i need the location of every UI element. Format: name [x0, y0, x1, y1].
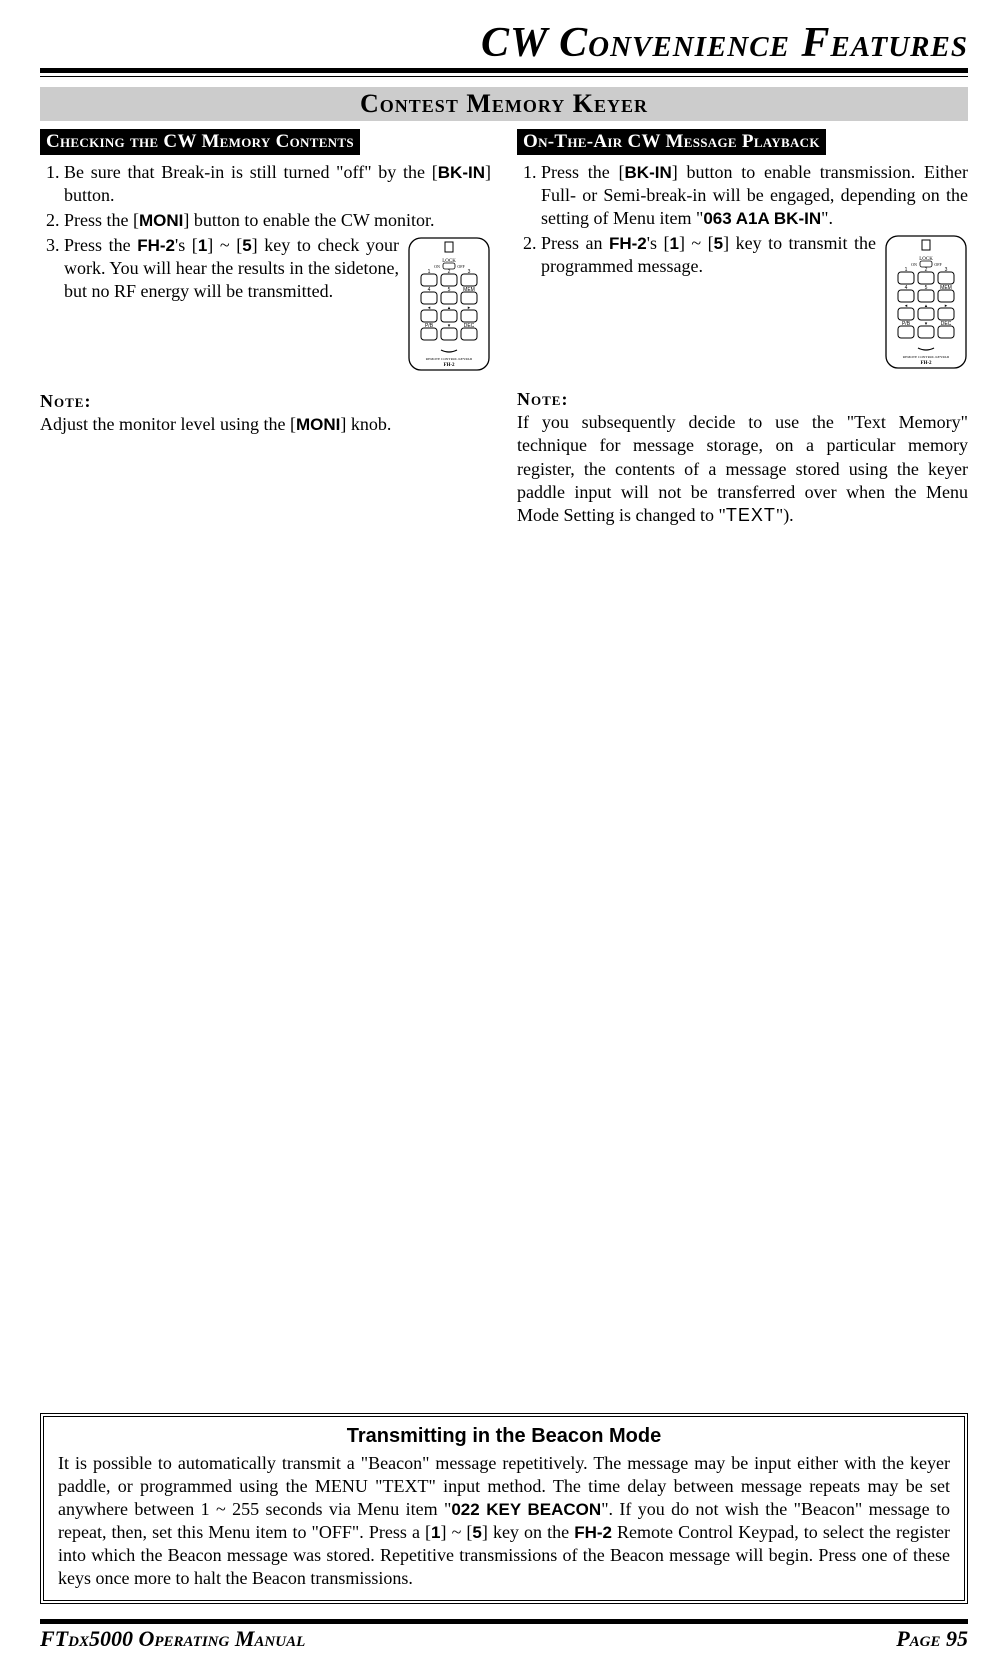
- footer-rule: [40, 1619, 968, 1624]
- svg-text:P/B: P/B: [425, 323, 434, 329]
- right-column: On-The-Air CW Message Playback Press the…: [517, 129, 968, 527]
- svg-text:FH-2: FH-2: [443, 363, 455, 368]
- footer: FTdx5000 Operating Manual Page 95: [40, 1619, 968, 1652]
- keypad-icon: LOCK ON OFF 1 2 3 4: [407, 236, 491, 372]
- bold: 1: [198, 236, 207, 255]
- svg-text:ON: ON: [911, 262, 917, 267]
- keypad-icon: LOCK ON OFF 1 2 3 4 5 MEM ◂: [884, 234, 968, 370]
- bold: FH-2: [574, 1523, 612, 1542]
- right-subhead: On-The-Air CW Message Playback: [517, 129, 826, 155]
- text: ] button to enable the CW monitor.: [183, 210, 434, 230]
- text: ] ~ [: [679, 233, 714, 253]
- bold: FH-2: [609, 234, 647, 253]
- svg-text:ON: ON: [434, 264, 440, 269]
- svg-text:2: 2: [925, 267, 928, 273]
- svg-text:DEC: DEC: [941, 321, 952, 327]
- right-step-2: LOCK ON OFF 1 2 3 4 5 MEM ◂: [541, 232, 968, 374]
- right-steps: Press the [BK-IN] button to enable trans…: [517, 161, 968, 374]
- bold: BK-IN: [438, 163, 485, 182]
- mono: TEXT: [726, 505, 776, 525]
- svg-text:4: 4: [905, 285, 908, 291]
- svg-text:1: 1: [428, 269, 431, 275]
- svg-text:MEM: MEM: [463, 287, 475, 293]
- svg-text:4: 4: [428, 287, 431, 293]
- left-step-3: LOCK ON OFF 1 2 3 4: [64, 234, 491, 376]
- svg-text:REMOTE CONTROL KEYPAD: REMOTE CONTROL KEYPAD: [903, 355, 950, 359]
- bold: 1: [669, 234, 678, 253]
- text: Press the [: [541, 162, 625, 182]
- text: ] key on the: [482, 1522, 574, 1542]
- left-step-2: Press the [MONI] button to enable the CW…: [64, 209, 491, 232]
- text: ".: [821, 208, 833, 228]
- beacon-body: It is possible to automatically transmit…: [58, 1452, 950, 1590]
- bold: 5: [714, 234, 723, 253]
- svg-text:FH-2: FH-2: [920, 361, 932, 366]
- text: 's [: [175, 235, 198, 255]
- svg-text:1: 1: [905, 267, 908, 273]
- right-note-label: Note:: [517, 388, 968, 411]
- svg-text:3: 3: [468, 269, 471, 275]
- beacon-title: Transmitting in the Beacon Mode: [58, 1425, 950, 1448]
- rule-thin: [40, 76, 968, 77]
- text: Be sure that Break-in is still turned "o…: [64, 162, 438, 182]
- rule-thick: [40, 68, 968, 73]
- svg-text:DEC: DEC: [464, 323, 475, 329]
- page-title: CW Convenience Features: [40, 22, 968, 64]
- svg-text:3: 3: [945, 267, 948, 273]
- svg-text:OFF: OFF: [457, 264, 465, 269]
- svg-text:5: 5: [448, 287, 451, 293]
- svg-text:5: 5: [925, 285, 928, 291]
- text: Press the [: [64, 210, 139, 230]
- bold: 5: [472, 1523, 481, 1542]
- svg-text:MEM: MEM: [940, 285, 952, 291]
- bold: FH-2: [137, 236, 175, 255]
- text: ").: [776, 505, 794, 525]
- bold: MONI: [296, 415, 340, 434]
- svg-text:REMOTE CONTROL KEYPAD: REMOTE CONTROL KEYPAD: [426, 357, 473, 361]
- text: ] ~ [: [440, 1522, 472, 1542]
- left-column: Checking the CW Memory Contents Be sure …: [40, 129, 491, 527]
- bold: MONI: [139, 211, 183, 230]
- right-note-body: If you subsequently decide to use the "T…: [517, 411, 968, 526]
- left-subhead: Checking the CW Memory Contents: [40, 129, 360, 155]
- bold: 5: [242, 236, 251, 255]
- text: 's [: [647, 233, 670, 253]
- text: Press the: [64, 235, 137, 255]
- footer-right: Page 95: [896, 1626, 968, 1652]
- bold: 063 A1A BK-IN: [703, 209, 821, 228]
- text: Adjust the monitor level using the [: [40, 414, 296, 434]
- left-step-1: Be sure that Break-in is still turned "o…: [64, 161, 491, 207]
- footer-left: FTdx5000 Operating Manual: [40, 1626, 305, 1652]
- left-note-label: Note:: [40, 390, 491, 413]
- svg-text:2: 2: [448, 269, 451, 275]
- text: Press an: [541, 233, 609, 253]
- svg-text:OFF: OFF: [934, 262, 942, 267]
- beacon-box: Transmitting in the Beacon Mode It is po…: [40, 1413, 968, 1604]
- bold: BK-IN: [625, 163, 672, 182]
- text: ] ~ [: [207, 235, 242, 255]
- right-step-1: Press the [BK-IN] button to enable trans…: [541, 161, 968, 230]
- section-heading: Contest Memory Keyer: [40, 87, 968, 121]
- left-steps: Be sure that Break-in is still turned "o…: [40, 161, 491, 376]
- svg-text:P/B: P/B: [902, 321, 911, 327]
- bold: 022 KEY BEACON: [451, 1500, 601, 1519]
- left-note-body: Adjust the monitor level using the [MONI…: [40, 413, 491, 436]
- text: ] knob.: [340, 414, 391, 434]
